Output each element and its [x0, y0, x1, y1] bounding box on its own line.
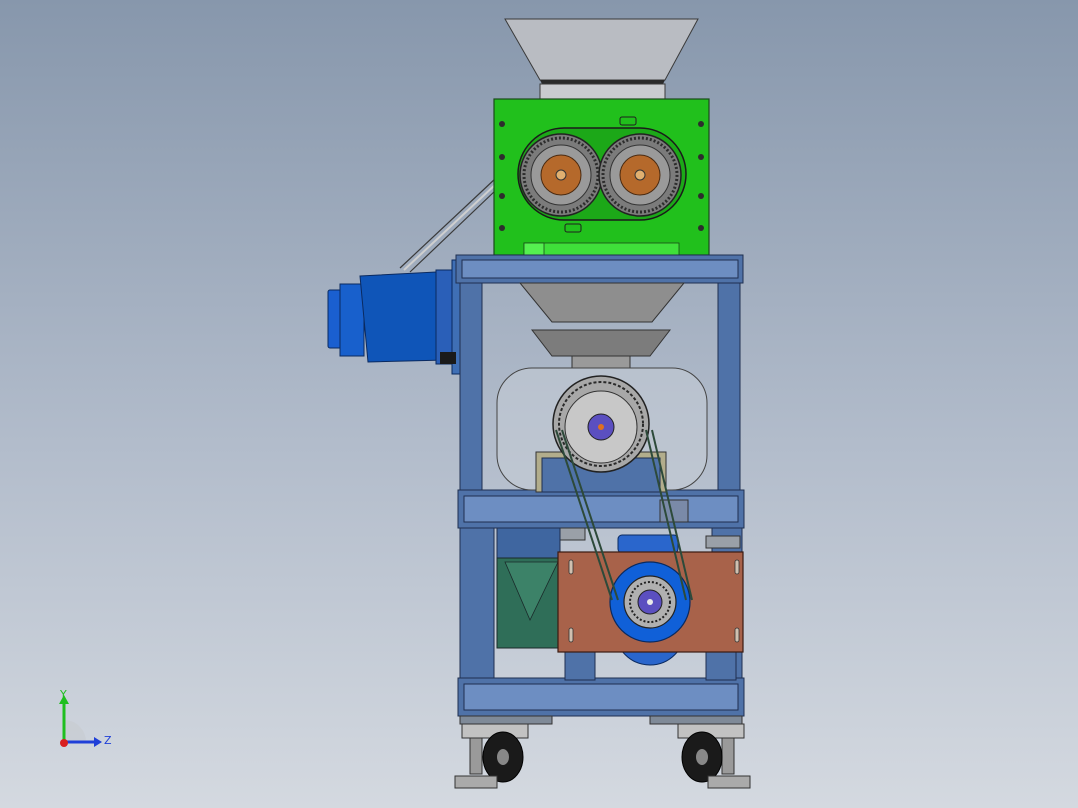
- pulley-lower[interactable]: [609, 561, 691, 643]
- gear-motor[interactable]: [327, 259, 465, 375]
- roller-right[interactable]: [598, 133, 682, 217]
- y-axis-label: Y: [59, 688, 67, 701]
- caster-right[interactable]: [677, 723, 751, 789]
- lower-hopper[interactable]: [518, 282, 686, 369]
- z-axis-label: Z: [104, 734, 112, 747]
- caster-left[interactable]: [454, 723, 529, 789]
- feed-hopper[interactable]: [504, 18, 699, 100]
- base-feet: [459, 715, 743, 725]
- x-axis-dot: [60, 739, 68, 747]
- roller-left[interactable]: [519, 133, 603, 217]
- machine-assembly-model[interactable]: [0, 0, 1078, 808]
- graphics-viewport[interactable]: Y Z: [0, 0, 1078, 808]
- coordinate-triad: Y Z: [59, 688, 112, 747]
- chute[interactable]: [496, 527, 561, 649]
- pulley-upper[interactable]: [552, 375, 650, 473]
